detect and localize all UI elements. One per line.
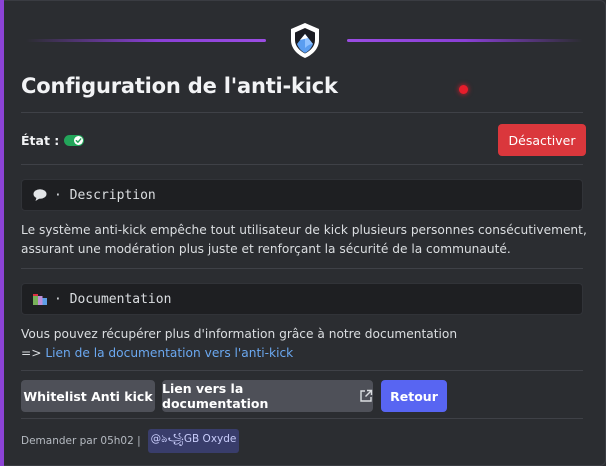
user-mention[interactable]: @ঌ꧁GB Oxyde — [147, 429, 240, 453]
divider — [21, 164, 583, 165]
header-decoration-right — [347, 39, 583, 42]
toggle-check-icon — [64, 135, 85, 146]
description-heading-text: Description — [69, 187, 156, 203]
back-button[interactable]: Retour — [381, 380, 447, 412]
documentation-link-button-label: Lien vers la documentation — [162, 381, 269, 411]
speech-bubble-icon — [32, 188, 48, 202]
status-dot — [459, 85, 468, 94]
external-link-icon — [359, 389, 373, 403]
header-decoration-left — [26, 39, 266, 42]
divider — [21, 268, 583, 269]
divider — [21, 418, 583, 419]
books-icon — [32, 292, 48, 306]
documentation-link-button[interactable]: Lien vers la documentation — [162, 380, 373, 412]
description-heading: · Description — [21, 179, 583, 211]
documentation-heading-sep: · — [54, 291, 62, 307]
documentation-heading-text: Documentation — [69, 291, 172, 307]
documentation-text: Vous pouvez récupérer plus d'information… — [21, 327, 458, 341]
description-text: Le système anti-kick empêche tout utilis… — [21, 223, 587, 256]
embed-footer: Demander par 05h02 | @ঌ꧁GB Oxyde — [21, 429, 240, 453]
shield-logo-icon — [285, 20, 325, 60]
divider — [21, 370, 583, 371]
documentation-link[interactable]: Lien de la documentation vers l'anti-kic… — [45, 346, 293, 360]
documentation-link-line: => Lien de la documentation vers l'anti-… — [21, 344, 591, 363]
embed-card: Configuration de l'anti-kick État : Désa… — [0, 0, 606, 466]
status-row: État : — [21, 133, 85, 148]
documentation-text-block: Vous pouvez récupérer plus d'information… — [21, 325, 591, 363]
documentation-arrow: => — [21, 346, 42, 360]
embed-title: Configuration de l'anti-kick — [21, 74, 338, 98]
documentation-heading: · Documentation — [21, 283, 583, 315]
deactivate-button[interactable]: Désactiver — [498, 124, 586, 156]
whitelist-button[interactable]: Whitelist Anti kick — [21, 380, 155, 412]
footer-requested-by: Demander par 05h02 | — [21, 435, 141, 447]
divider — [21, 112, 583, 113]
description-heading-sep: · — [54, 187, 62, 203]
status-label: État : — [21, 133, 60, 148]
